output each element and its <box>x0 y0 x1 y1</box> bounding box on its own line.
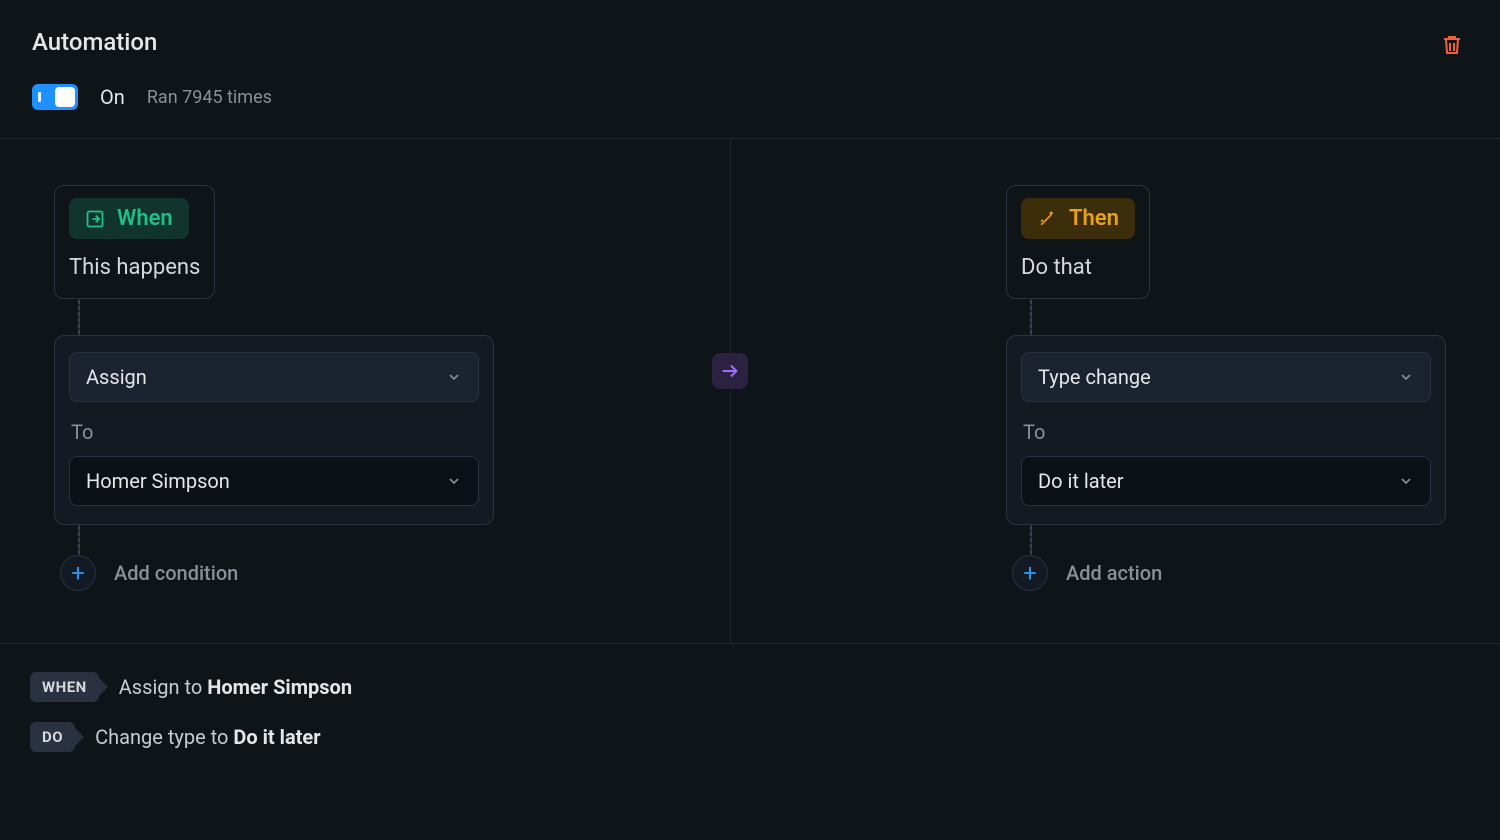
add-action-button[interactable]: + Add action <box>1012 555 1162 591</box>
delete-button[interactable] <box>1436 28 1468 62</box>
when-to-value: Homer Simpson <box>86 469 230 493</box>
connector-line <box>78 299 80 335</box>
then-badge: Then <box>1021 198 1135 239</box>
add-condition-label: Add condition <box>114 561 238 585</box>
summary-when-prefix: Assign to <box>119 675 208 699</box>
toggle-state-label: On <box>100 85 125 109</box>
then-head-card: Then Do that <box>1006 185 1150 299</box>
flow-arrow <box>712 353 748 389</box>
summary-do-row: DO Change type to Do it later <box>30 722 1470 752</box>
then-subtitle: Do that <box>1021 255 1135 280</box>
toggle-knob <box>55 87 75 107</box>
summary-when-row: WHEN Assign to Homer Simpson <box>30 672 1470 702</box>
run-count-text: Ran 7945 times <box>147 87 272 108</box>
when-column: When This happens Assign To Homer Simpso… <box>54 185 494 591</box>
summary-do-text: Change type to Do it later <box>95 725 320 749</box>
arrow-right-icon <box>719 360 741 382</box>
when-event-select[interactable]: Assign <box>69 352 479 402</box>
then-badge-label: Then <box>1069 206 1119 231</box>
connector-line <box>78 525 80 555</box>
connector-line <box>1030 525 1032 555</box>
chevron-down-icon <box>446 473 462 489</box>
then-to-select[interactable]: Do it later <box>1021 456 1431 506</box>
when-subtitle: This happens <box>69 255 200 280</box>
then-action-select[interactable]: Type change <box>1021 352 1431 402</box>
when-to-label: To <box>71 420 477 444</box>
when-tag: WHEN <box>30 672 99 702</box>
connector-line <box>1030 299 1032 335</box>
wand-icon <box>1037 209 1057 229</box>
page-title: Automation <box>32 28 272 56</box>
then-action-value: Type change <box>1038 365 1151 389</box>
chevron-down-icon <box>1398 473 1414 489</box>
automation-builder: When This happens Assign To Homer Simpso… <box>0 138 1500 644</box>
plus-icon: + <box>1012 555 1048 591</box>
when-badge: When <box>69 198 189 239</box>
add-condition-button[interactable]: + Add condition <box>60 555 238 591</box>
when-badge-label: When <box>117 206 173 231</box>
column-divider <box>730 139 731 643</box>
when-config-card: Assign To Homer Simpson <box>54 335 494 525</box>
summary-do-prefix: Change type to <box>95 725 233 749</box>
when-event-value: Assign <box>86 365 147 389</box>
then-column: Then Do that Type change To Do it later … <box>1006 185 1446 591</box>
then-config-card: Type change To Do it later <box>1006 335 1446 525</box>
enter-icon <box>85 209 105 229</box>
summary-when-text: Assign to Homer Simpson <box>119 675 352 699</box>
summary-when-bold: Homer Simpson <box>207 675 352 699</box>
chevron-down-icon <box>446 369 462 385</box>
when-to-select[interactable]: Homer Simpson <box>69 456 479 506</box>
chevron-down-icon <box>1398 369 1414 385</box>
header: Automation On Ran 7945 times <box>0 0 1500 110</box>
then-to-label: To <box>1023 420 1429 444</box>
trash-icon <box>1440 32 1464 58</box>
automation-toggle[interactable] <box>32 84 78 110</box>
summary-do-bold: Do it later <box>233 725 320 749</box>
then-to-value: Do it later <box>1038 469 1124 493</box>
do-tag: DO <box>30 722 75 752</box>
plus-icon: + <box>60 555 96 591</box>
add-action-label: Add action <box>1066 561 1162 585</box>
when-head-card: When This happens <box>54 185 215 299</box>
automation-summary: WHEN Assign to Homer Simpson DO Change t… <box>0 644 1500 780</box>
